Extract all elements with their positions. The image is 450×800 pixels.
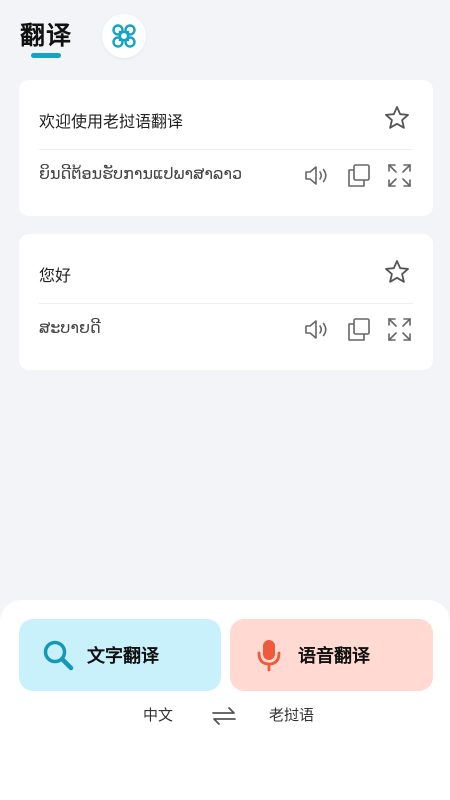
star-icon <box>385 106 409 129</box>
source-text: 欢迎使用老挝语翻译 <box>39 112 184 131</box>
expand-icon <box>388 164 411 187</box>
favorite-button[interactable] <box>383 258 411 286</box>
card-actions <box>304 316 413 343</box>
swap-languages-button[interactable] <box>210 705 238 727</box>
copy-button[interactable] <box>345 162 372 189</box>
favorite-button[interactable] <box>383 104 411 132</box>
translated-text: ສະບາຍດີ <box>39 318 101 337</box>
fullscreen-button[interactable] <box>386 162 413 189</box>
microphone-icon <box>252 638 286 672</box>
divider <box>39 149 413 150</box>
speak-button[interactable] <box>304 316 331 343</box>
fullscreen-button[interactable] <box>386 316 413 343</box>
swap-icon <box>212 707 236 725</box>
speaker-icon <box>305 320 327 339</box>
divider <box>39 303 413 304</box>
star-icon <box>385 260 409 283</box>
voice-translate-label: 语音翻译 <box>298 646 370 667</box>
command-icon-button[interactable] <box>102 14 146 58</box>
translation-card[interactable]: 欢迎使用老挝语翻译 ຍິນດີຕ້ອນຮັບການແປພາສາລາວ <box>19 80 433 216</box>
header: 翻译 <box>0 0 450 70</box>
translated-text: ຍິນດີຕ້ອນຮັບການແປພາສາລາວ <box>39 164 243 183</box>
source-language[interactable]: 中文 <box>143 704 173 725</box>
source-text: 您好 <box>39 266 72 285</box>
card-actions <box>304 162 413 189</box>
target-language[interactable]: 老挝语 <box>269 704 314 725</box>
bottom-panel: 文字翻译 语音翻译 中文 老挝语 <box>0 600 450 800</box>
title-underline <box>31 53 61 58</box>
page-title: 翻译 <box>20 21 73 50</box>
expand-icon <box>388 318 411 341</box>
speak-button[interactable] <box>304 162 331 189</box>
copy-button[interactable] <box>345 316 372 343</box>
command-icon <box>112 24 136 48</box>
voice-translate-button[interactable]: 语音翻译 <box>230 619 433 691</box>
translation-card[interactable]: 您好 ສະບາຍດີ <box>19 234 433 370</box>
language-selector: 中文 老挝语 <box>0 704 450 728</box>
search-icon <box>41 638 75 672</box>
text-translate-label: 文字翻译 <box>87 646 159 667</box>
copy-icon <box>348 318 370 341</box>
copy-icon <box>348 164 370 187</box>
speaker-icon <box>305 166 327 185</box>
text-translate-button[interactable]: 文字翻译 <box>19 619 221 691</box>
